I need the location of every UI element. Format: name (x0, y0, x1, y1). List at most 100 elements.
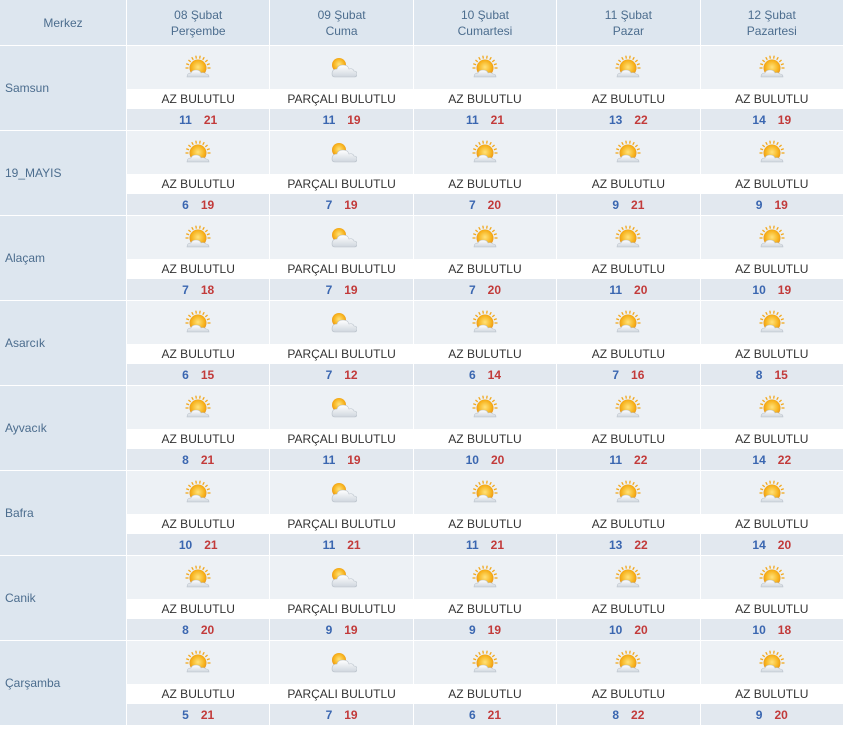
city-name: Canik (0, 556, 127, 641)
mostly-cloudy-icon (327, 394, 357, 422)
weather-description: AZ BULUTLU (413, 344, 557, 364)
partly-sunny-icon (613, 564, 643, 592)
weather-description: AZ BULUTLU (413, 599, 557, 619)
temperature-row: 6 14 (413, 364, 557, 385)
day-header: 09 Şubat Cuma (270, 0, 414, 46)
weather-description: PARÇALI BULUTLU (270, 259, 413, 279)
forecast-cell: AZ BULUTLU 9 19 (413, 556, 558, 641)
min-temperature: 7 (182, 282, 189, 297)
forecast-cell: AZ BULUTLU 7 20 (413, 131, 558, 216)
forecast-cell: AZ BULUTLU 6 15 (127, 301, 271, 386)
day-weekday: Cuma (325, 23, 358, 38)
day-header: 10 Şubat Cumartesi (413, 0, 558, 46)
partly-sunny-icon (613, 139, 643, 167)
partly-sunny-icon (757, 54, 787, 82)
partly-sunny-icon (757, 394, 787, 422)
min-temperature: 8 (612, 707, 620, 722)
weather-description: PARÇALI BULUTLU (270, 599, 413, 619)
weather-icon-row (270, 216, 413, 259)
temperature-row: 8 15 (700, 364, 843, 385)
day-header: 11 Şubat Pazar (557, 0, 701, 46)
weather-description: AZ BULUTLU (413, 174, 557, 194)
temperature-row: 7 16 (557, 364, 700, 385)
forecast-cell: AZ BULUTLU 7 18 (127, 216, 271, 301)
temperature-row: 10 19 (700, 279, 843, 300)
partly-sunny-icon (613, 479, 643, 507)
weather-icon-row (557, 471, 700, 514)
max-temperature: 18 (200, 282, 215, 297)
partly-sunny-icon (470, 394, 500, 422)
temperature-row: 7 19 (270, 704, 413, 725)
min-temperature: 10 (465, 452, 479, 467)
temperature-row: 14 19 (700, 109, 843, 130)
forecast-cell: AZ BULUTLU 10 20 (413, 386, 558, 471)
max-temperature: 21 (347, 537, 361, 552)
weather-icon-row (270, 301, 413, 344)
weather-icon-row (270, 131, 413, 174)
mostly-cloudy-icon (327, 309, 357, 337)
forecast-cell: AZ BULUTLU 11 21 (413, 471, 558, 556)
day-weekday: Cumartesi (457, 23, 513, 38)
temperature-row: 10 21 (127, 534, 270, 555)
weather-description: AZ BULUTLU (557, 89, 700, 109)
max-temperature: 22 (634, 537, 648, 552)
max-temperature: 19 (774, 197, 788, 212)
temperature-row: 11 19 (270, 109, 413, 130)
max-temperature: 19 (777, 282, 792, 297)
min-temperature: 10 (609, 622, 623, 637)
weather-icon-row (700, 131, 843, 174)
min-temperature: 8 (755, 367, 763, 382)
min-temperature: 13 (609, 537, 623, 552)
temperature-row: 13 22 (557, 109, 700, 130)
mostly-cloudy-icon (327, 224, 357, 252)
mostly-cloudy-icon (327, 649, 357, 677)
forecast-cell: AZ BULUTLU 8 21 (127, 386, 271, 471)
forecast-cell: PARÇALI BULUTLU 11 19 (270, 46, 414, 131)
weather-description: AZ BULUTLU (700, 344, 843, 364)
max-temperature: 19 (344, 282, 358, 297)
temperature-row: 11 21 (127, 109, 270, 130)
max-temperature: 22 (777, 452, 792, 467)
weather-icon-row (127, 131, 270, 174)
forecast-cell: AZ BULUTLU 6 19 (127, 131, 271, 216)
forecast-cell: AZ BULUTLU 10 19 (700, 216, 844, 301)
partly-sunny-icon (183, 564, 213, 592)
max-temperature: 20 (634, 622, 648, 637)
table-row: 19_MAYIS AZ BULUTLU 6 19 PARÇALI BULUTLU 7 19 A… (0, 131, 844, 216)
forecast-cell: AZ BULUTLU 6 21 (413, 641, 558, 726)
weather-description: PARÇALI BULUTLU (270, 514, 413, 534)
day-date: 11 Şubat (604, 7, 652, 22)
weather-description: AZ BULUTLU (413, 429, 557, 449)
max-temperature: 21 (200, 452, 215, 467)
weather-icon-row (557, 216, 700, 259)
max-temperature: 21 (490, 112, 504, 127)
forecast-cell: PARÇALI BULUTLU 7 19 (270, 216, 414, 301)
weather-icon-row (127, 301, 270, 344)
min-temperature: 6 (468, 707, 476, 722)
temperature-row: 9 21 (557, 194, 700, 215)
temperature-row: 11 21 (270, 534, 413, 555)
temperature-row: 14 20 (700, 534, 843, 555)
partly-sunny-icon (183, 139, 213, 167)
table-row: Çarşamba AZ BULUTLU 5 21 PARÇALI BULUTLU 7 19 A… (0, 641, 844, 726)
weather-icon-row (270, 556, 413, 599)
min-temperature: 6 (468, 367, 476, 382)
weather-icon-row (270, 471, 413, 514)
min-temperature: 7 (325, 197, 333, 212)
table-row: Bafra AZ BULUTLU 10 21 PARÇALI BULUTLU 11 21 AZ… (0, 471, 844, 556)
weather-icon-row (557, 131, 700, 174)
temperature-row: 5 21 (127, 704, 270, 725)
partly-sunny-icon (470, 309, 500, 337)
partly-sunny-icon (757, 564, 787, 592)
forecast-cell: AZ BULUTLU 11 22 (557, 386, 701, 471)
weather-description: AZ BULUTLU (127, 344, 270, 364)
max-temperature: 20 (200, 622, 215, 637)
max-temperature: 20 (774, 707, 788, 722)
partly-sunny-icon (757, 309, 787, 337)
mostly-cloudy-icon (327, 479, 357, 507)
weather-icon-row (127, 216, 270, 259)
temperature-row: 11 19 (270, 449, 413, 470)
temperature-row: 8 22 (557, 704, 700, 725)
forecast-cell: AZ BULUTLU 9 20 (700, 641, 844, 726)
weather-icon-row (127, 386, 270, 429)
